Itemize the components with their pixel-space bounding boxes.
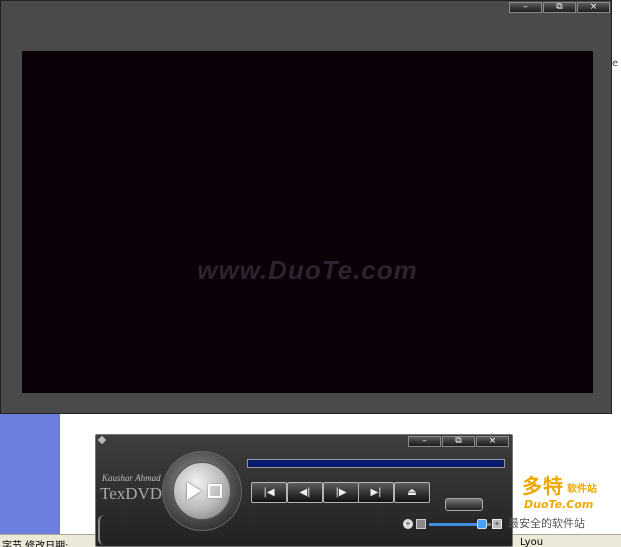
eject-button[interactable]: ⏏ xyxy=(394,482,430,503)
player-restore-button[interactable]: ⧉ xyxy=(442,436,475,447)
dial-face xyxy=(173,462,231,520)
player-control-panel: – ⧉ × Kaushar Ahmad TexDVD |◀ ◀| |▶ ▶| ⏏… xyxy=(95,434,513,547)
logo-slogan: 最安全的软件站 xyxy=(508,517,585,530)
site-logo: 多特 软件站 DuoTe.Com 最安全的软件站 xyxy=(494,466,621,536)
explorer-status-text-right: Lyou xyxy=(520,537,544,547)
close-button[interactable]: × xyxy=(577,2,610,13)
previous-chapter-button[interactable]: |◀ xyxy=(251,482,287,503)
video-display[interactable]: www.DuoTe.com xyxy=(22,51,593,393)
brand-tex: Tex xyxy=(100,484,126,503)
panel-side-tab xyxy=(98,515,108,545)
panel-menu-icon[interactable] xyxy=(97,435,107,445)
logo-subtitle: 软件站 xyxy=(567,484,597,495)
video-window: – ⧉ × www.DuoTe.com xyxy=(0,0,612,414)
video-window-controls: – ⧉ × xyxy=(509,2,610,13)
desktop-background-block xyxy=(0,414,60,534)
display-mode-button[interactable] xyxy=(445,498,483,511)
explorer-status-text: 字节 修改日期: xyxy=(2,541,69,547)
minimize-button[interactable]: – xyxy=(509,2,542,13)
playback-dial xyxy=(162,451,242,531)
volume-down-button[interactable] xyxy=(416,519,426,529)
volume-icon[interactable]: + xyxy=(403,519,413,529)
player-minimize-button[interactable]: – xyxy=(408,436,441,447)
app-logo-text: TexDVD xyxy=(100,484,162,504)
step-back-button[interactable]: ◀| xyxy=(287,482,323,503)
logo-url: DuoTe.Com xyxy=(524,498,594,511)
watermark-text: www.DuoTe.com xyxy=(197,255,418,285)
volume-slider-fill xyxy=(429,523,482,526)
step-forward-button[interactable]: |▶ xyxy=(323,482,359,503)
desktop-text-fragment: e xyxy=(612,58,619,69)
player-close-button[interactable]: × xyxy=(476,436,509,447)
brand-dvd: DVD xyxy=(125,484,163,503)
stop-icon[interactable] xyxy=(208,484,222,498)
player-window-controls: – ⧉ × xyxy=(408,436,509,447)
author-label: Kaushar Ahmad xyxy=(102,473,161,483)
restore-button[interactable]: ⧉ xyxy=(543,2,576,13)
seek-bar[interactable] xyxy=(247,459,505,468)
volume-slider-handle[interactable] xyxy=(477,519,487,529)
logo-title: 多特 xyxy=(522,474,564,498)
play-icon[interactable] xyxy=(187,482,201,500)
next-chapter-button[interactable]: ▶| xyxy=(358,482,394,503)
